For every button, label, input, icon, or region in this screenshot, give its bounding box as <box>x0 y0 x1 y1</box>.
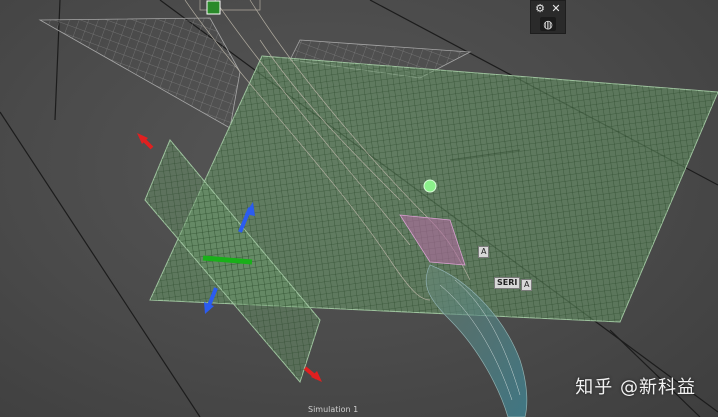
probe-point-icon <box>423 179 437 193</box>
simulation-label: Simulation 1 <box>308 405 359 414</box>
scene-canvas <box>0 0 718 417</box>
3d-viewport[interactable]: ⚙ ✕ ◍ A SERI A Simulation 1 知乎 @新科益 <box>0 0 718 417</box>
top-tool-marker <box>206 0 221 15</box>
globe-icon[interactable]: ◍ <box>540 17 556 31</box>
watermark: 知乎 @新科益 <box>575 377 696 398</box>
mini-toolbar: ⚙ ✕ ◍ <box>530 0 566 34</box>
close-icon[interactable]: ✕ <box>549 2 563 15</box>
point-tag-seri[interactable]: SERI <box>494 277 521 289</box>
point-tag-c[interactable]: A <box>521 279 533 291</box>
point-tag-a[interactable]: A <box>478 246 490 258</box>
gear-icon[interactable]: ⚙ <box>533 2 547 15</box>
